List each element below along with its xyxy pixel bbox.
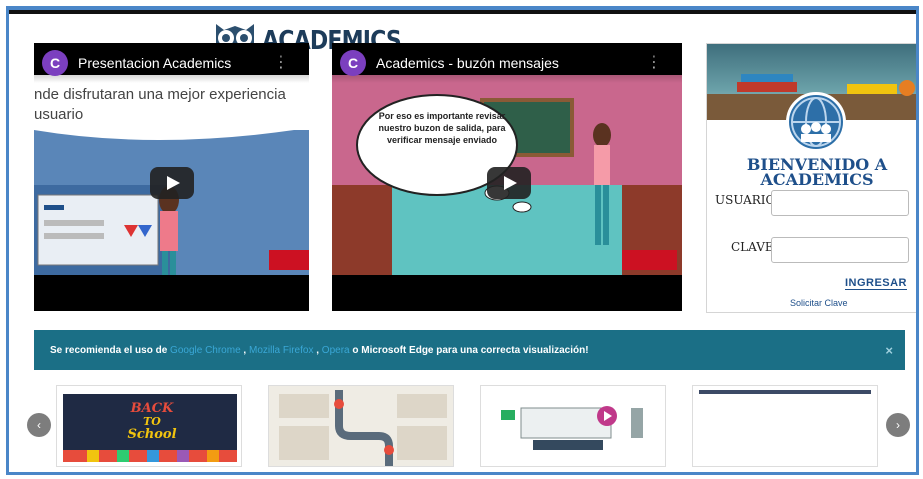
channel-avatar[interactable]: C	[340, 50, 366, 76]
video-title[interactable]: Presentacion Academics	[78, 55, 231, 71]
bts-line-1: BACK	[130, 401, 174, 416]
welcome-line-2: ACADEMICS	[760, 170, 874, 189]
carousel-item-blank[interactable]	[692, 385, 878, 467]
clave-label: CLAVE	[731, 240, 774, 254]
slide-header-bar	[699, 390, 871, 394]
play-button[interactable]	[487, 167, 531, 199]
channel-avatar[interactable]: C	[42, 50, 68, 76]
carousel-next-button[interactable]: ›	[886, 413, 910, 437]
globe-students-icon	[786, 92, 846, 152]
speech-bubble-text: Por eso es importante revisar nuestro bu…	[378, 111, 506, 145]
video-caption: nde disfrutaran una mejor experiencia us…	[34, 86, 286, 123]
page-frame: ACADEMICS C Presentacion Academics ⋮	[6, 6, 919, 475]
carousel-prev-button[interactable]: ‹	[27, 413, 51, 437]
alert-suffix: o Microsoft Edge para una correcta visua…	[352, 344, 589, 356]
play-button[interactable]	[150, 167, 194, 199]
alert-sep: ,	[316, 344, 320, 356]
carousel-item-back-to-school[interactable]: BACK TO School	[56, 385, 242, 467]
chrome-link[interactable]: Google Chrome	[170, 345, 241, 356]
welcome-heading: BIENVENIDO A ACADEMICS	[707, 157, 916, 189]
close-icon[interactable]: ×	[885, 343, 893, 358]
ingresar-button[interactable]: INGRESAR	[844, 277, 907, 290]
bts-line-3: School	[127, 427, 177, 442]
carousel-item-online-tools[interactable]	[480, 385, 666, 467]
video-title[interactable]: Academics - buzón mensajes	[376, 55, 559, 71]
usuario-label: USUARIO	[715, 193, 776, 207]
video-header: C Presentacion Academics	[34, 43, 309, 83]
clave-input[interactable]	[771, 237, 909, 263]
solicitar-clave-link[interactable]: Solicitar Clave	[790, 298, 848, 308]
carousel-item-map[interactable]	[268, 385, 454, 467]
login-panel: BIENVENIDO A ACADEMICS USUARIO CLAVE ING…	[706, 43, 916, 313]
back-to-school-text: BACK TO School	[107, 402, 197, 441]
opera-link[interactable]: Opera	[322, 345, 350, 356]
firefox-link[interactable]: Mozilla Firefox	[249, 345, 313, 356]
video-presentacion[interactable]: C Presentacion Academics ⋮	[34, 43, 309, 311]
usuario-input[interactable]	[771, 190, 909, 216]
browser-recommendation-alert: Se recomienda el uso de Google Chrome , …	[34, 330, 905, 370]
video-buzon-mensajes[interactable]: C Academics - buzón mensajes ⋮ Por	[332, 43, 682, 311]
video-header: C Academics - buzón mensajes	[332, 43, 682, 83]
top-bar	[9, 10, 916, 14]
alert-sep: ,	[243, 344, 247, 356]
alert-prefix: Se recomienda el uso de	[50, 344, 168, 356]
